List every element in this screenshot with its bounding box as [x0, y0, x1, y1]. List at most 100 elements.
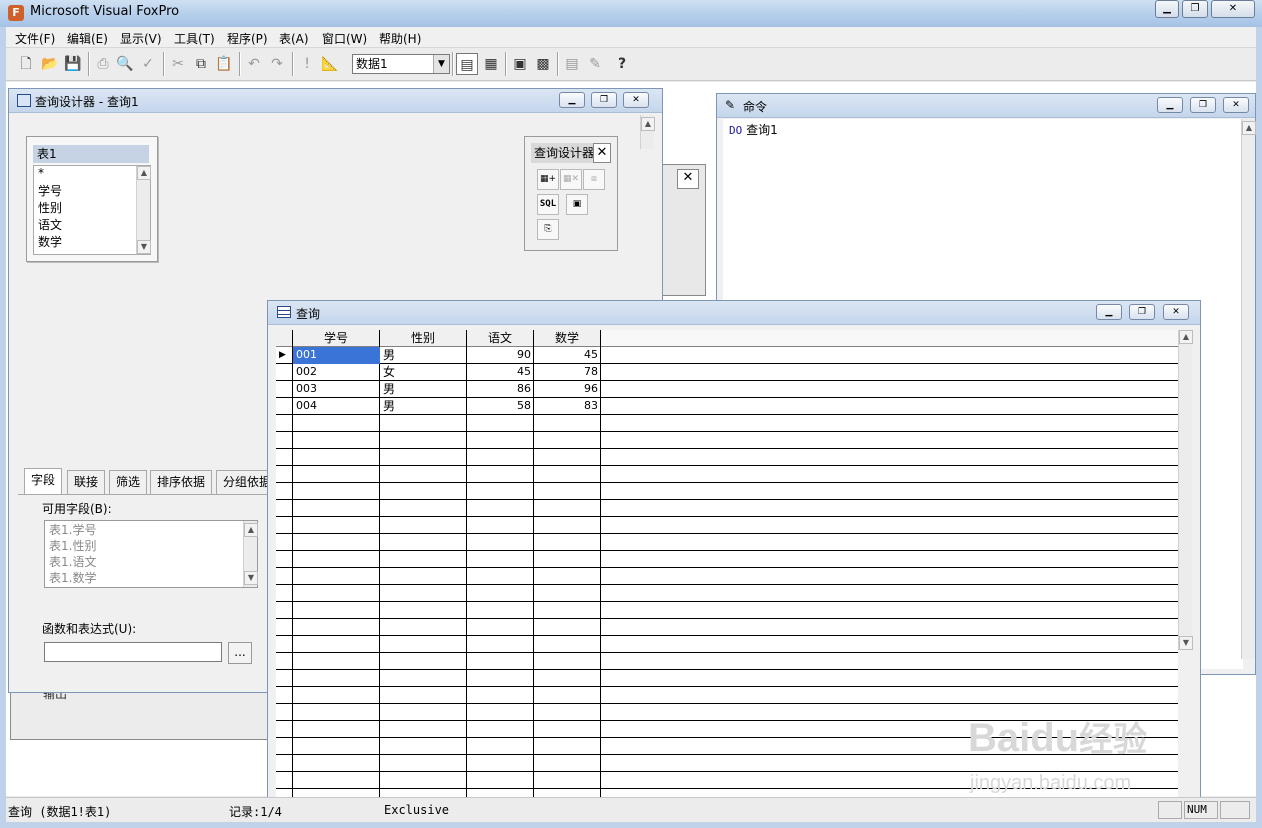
builder-icon[interactable]: ✎ — [584, 53, 606, 75]
list-item[interactable]: 表1.语文 — [49, 553, 96, 570]
form-designer-icon[interactable]: ▩ — [532, 53, 554, 75]
query-destination-icon[interactable]: ⎘ — [537, 219, 559, 240]
database-designer-icon[interactable]: ▣ — [509, 53, 531, 75]
menu-window[interactable]: 窗口(W) — [322, 30, 367, 47]
table-cell[interactable]: 001 — [293, 347, 380, 364]
table-cell[interactable]: 004 — [293, 398, 380, 415]
print-preview-icon[interactable]: 🔍 — [114, 53, 136, 75]
tab-order-by[interactable]: 排序依据 — [150, 470, 213, 494]
spell-check-icon[interactable]: ✓ — [137, 53, 159, 75]
menu-edit[interactable]: 编辑(E) — [67, 30, 108, 47]
close-button[interactable]: ✕ — [1163, 304, 1189, 320]
paste-icon[interactable]: 📋 — [213, 53, 235, 75]
menu-program[interactable]: 程序(P) — [227, 30, 268, 47]
command-scrollbar[interactable]: ▲ — [1241, 119, 1256, 659]
list-item[interactable]: 表1.学号 — [49, 521, 96, 538]
modify-form-icon[interactable]: 📐 — [319, 53, 341, 75]
close-button[interactable]: ✕ — [623, 92, 649, 108]
menu-view[interactable]: 显示(V) — [120, 30, 162, 47]
scroll-up-icon[interactable]: ▲ — [137, 166, 151, 180]
expression-input[interactable] — [44, 642, 222, 662]
table-cell[interactable]: 002 — [293, 364, 380, 381]
menu-file[interactable]: 文件(F) — [15, 30, 55, 47]
close-icon[interactable]: ✕ — [593, 143, 611, 163]
command-window-icon[interactable]: ▤ — [456, 53, 478, 75]
field-item[interactable]: 学号 — [38, 182, 62, 199]
tab-group-by[interactable]: 分组依据 — [216, 470, 268, 494]
designer-scrollbar[interactable]: ▲ — [640, 115, 655, 149]
tab-join[interactable]: 联接 — [67, 470, 106, 494]
list-item[interactable]: 表1.性别 — [49, 537, 96, 554]
available-fields-list[interactable]: 表1.学号 表1.性别 表1.语文 表1.数学 ▲ ▼ — [44, 520, 258, 588]
restore-button[interactable]: ❐ — [1190, 97, 1216, 113]
add-table-icon[interactable]: ▦+ — [537, 169, 559, 190]
datasession-select[interactable]: 数据1 ▼ — [352, 54, 450, 74]
table-cell[interactable]: 86 — [467, 381, 534, 398]
scroll-down-icon[interactable]: ▼ — [244, 571, 258, 585]
restore-button[interactable]: ❐ — [591, 92, 617, 108]
background-panel: 输出 — [10, 687, 268, 740]
redo-icon[interactable]: ↷ — [266, 53, 288, 75]
help-icon[interactable]: ? — [611, 53, 633, 75]
scroll-up-icon[interactable]: ▲ — [1179, 330, 1193, 344]
table-cell[interactable]: 003 — [293, 381, 380, 398]
scroll-up-icon[interactable]: ▲ — [1242, 121, 1256, 135]
tab-filter[interactable]: 筛选 — [109, 470, 148, 494]
query-designer-titlebar: 查询设计器 - 查询1 ▁ ❐ ✕ — [9, 89, 662, 113]
close-button[interactable]: ✕ — [1211, 0, 1255, 18]
table-field-list[interactable]: * 学号 性别 语文 数学 ▲ ▼ — [33, 165, 151, 255]
list-item[interactable]: 表1.数学 — [49, 569, 96, 586]
field-item[interactable]: 性别 — [38, 199, 62, 216]
save-icon[interactable]: 💾 — [62, 53, 84, 75]
tab-fields[interactable]: 字段 — [24, 468, 63, 494]
restore-button[interactable]: ❐ — [1182, 0, 1208, 18]
report-icon[interactable]: ▤ — [561, 53, 583, 75]
table-cell[interactable]: 90 — [467, 347, 534, 364]
table-cell[interactable]: 45 — [467, 364, 534, 381]
cut-icon[interactable]: ✂ — [167, 53, 189, 75]
table-cell[interactable]: 男 — [380, 381, 467, 398]
table-cell[interactable]: 58 — [467, 398, 534, 415]
scroll-down-icon[interactable]: ▼ — [1179, 636, 1193, 650]
add-join-icon[interactable]: ⧈ — [583, 169, 605, 190]
grid-vertical-scrollbar[interactable]: ▲ ▼ — [1178, 330, 1193, 650]
table-cell[interactable]: 女 — [380, 364, 467, 381]
sql-button[interactable]: SQL — [537, 194, 559, 215]
undo-icon[interactable]: ↶ — [243, 53, 265, 75]
table-cell[interactable]: 男 — [380, 347, 467, 364]
field-item[interactable]: 语文 — [38, 216, 62, 233]
run-icon[interactable]: ! — [296, 53, 318, 75]
scroll-down-icon[interactable]: ▼ — [137, 240, 151, 254]
table-cell[interactable]: 96 — [534, 381, 601, 398]
menu-table[interactable]: 表(A) — [279, 30, 309, 47]
menu-tools[interactable]: 工具(T) — [174, 30, 215, 47]
open-folder-icon[interactable]: 📂 — [39, 53, 61, 75]
available-fields-scrollbar[interactable]: ▲ ▼ — [243, 521, 258, 587]
chevron-down-icon[interactable]: ▼ — [433, 55, 449, 73]
table-cell[interactable]: 78 — [534, 364, 601, 381]
field-item[interactable]: 数学 — [38, 233, 62, 250]
new-file-icon[interactable]: 🗋 — [15, 53, 37, 75]
field-item[interactable]: * — [38, 166, 44, 180]
table-cell[interactable]: 45 — [534, 347, 601, 364]
field-list-scrollbar[interactable]: ▲ ▼ — [136, 166, 151, 254]
scroll-up-icon[interactable]: ▲ — [641, 117, 655, 131]
maximize-table-view-icon[interactable]: ▣ — [566, 194, 588, 215]
minimize-button[interactable]: ▁ — [1157, 97, 1183, 113]
table-cell[interactable]: 男 — [380, 398, 467, 415]
remove-table-icon[interactable]: ▦✕ — [560, 169, 582, 190]
minimize-button[interactable]: ▁ — [559, 92, 585, 108]
menu-help[interactable]: 帮助(H) — [379, 30, 421, 47]
view-window-icon[interactable]: ▦ — [480, 53, 502, 75]
close-icon[interactable]: ✕ — [677, 169, 699, 189]
expression-builder-button[interactable]: ... — [228, 642, 252, 664]
minimize-button[interactable]: ▁ — [1096, 304, 1122, 320]
scroll-up-icon[interactable]: ▲ — [244, 523, 258, 537]
restore-button[interactable]: ❐ — [1129, 304, 1155, 320]
minimize-button[interactable]: ▁ — [1155, 0, 1179, 18]
table-box[interactable]: 表1 * 学号 性别 语文 数学 ▲ ▼ — [26, 136, 158, 262]
print-icon[interactable]: ⎙ — [92, 53, 114, 75]
table-cell[interactable]: 83 — [534, 398, 601, 415]
close-button[interactable]: ✕ — [1223, 97, 1249, 113]
copy-icon[interactable]: ⧉ — [190, 53, 212, 75]
